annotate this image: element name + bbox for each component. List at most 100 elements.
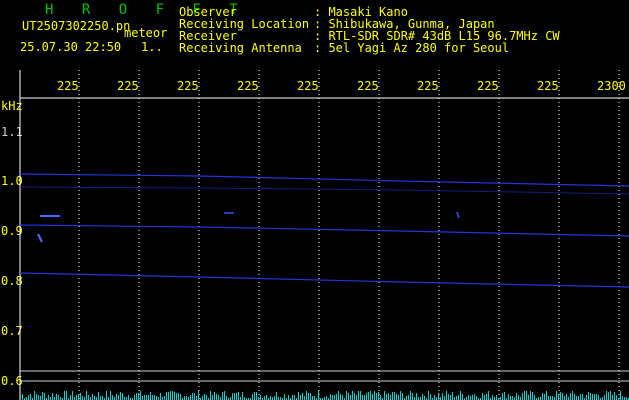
noise-bar xyxy=(138,393,139,400)
noise-bar xyxy=(330,394,331,400)
noise-bar xyxy=(386,394,387,400)
noise-bar xyxy=(396,394,397,400)
meteor-blip-4 xyxy=(456,211,460,219)
noise-bar xyxy=(364,395,365,400)
noise-bar xyxy=(492,395,493,400)
noise-bar xyxy=(360,391,361,400)
noise-bar xyxy=(176,393,177,400)
noise-bar xyxy=(468,395,469,400)
noise-bar xyxy=(186,396,187,400)
noise-bar xyxy=(548,396,549,400)
noise-bar xyxy=(574,394,575,400)
noise-bar xyxy=(212,395,213,400)
noise-bar xyxy=(206,395,207,400)
noise-bar xyxy=(534,395,535,400)
noise-bar xyxy=(274,396,275,400)
noise-bar xyxy=(338,391,339,400)
noise-bar xyxy=(588,392,589,400)
noise-bar xyxy=(422,394,423,400)
noise-bar xyxy=(456,396,457,400)
noise-bar xyxy=(112,395,113,400)
noise-bar xyxy=(460,391,461,400)
noise-bar xyxy=(350,395,351,400)
noise-bar xyxy=(178,393,179,400)
noise-bar xyxy=(308,393,309,400)
noise-bar xyxy=(504,392,505,400)
noise-bar xyxy=(362,395,363,400)
noise-bar xyxy=(544,394,545,400)
noise-bar xyxy=(300,395,301,400)
noise-bar xyxy=(204,394,205,400)
noise-bar xyxy=(288,395,289,400)
noise-bar xyxy=(122,393,123,400)
noise-bar xyxy=(144,395,145,400)
noise-bar xyxy=(578,396,579,400)
noise-bar xyxy=(526,391,527,400)
noise-bar xyxy=(210,391,211,400)
noise-bar xyxy=(416,393,417,400)
noise-bar xyxy=(40,396,41,400)
noise-bar xyxy=(180,394,181,400)
noise-bar xyxy=(64,391,65,400)
noise-bar xyxy=(58,395,59,400)
noise-bar xyxy=(348,393,349,400)
noise-bar xyxy=(390,395,391,400)
noise-bar xyxy=(234,393,235,400)
noise-bar xyxy=(542,393,543,400)
noise-bar xyxy=(334,395,335,400)
noise-bar xyxy=(294,395,295,400)
noise-bar xyxy=(174,392,175,400)
noise-bar xyxy=(372,394,373,400)
noise-bar xyxy=(170,391,171,400)
noise-bar xyxy=(550,396,551,400)
noise-bar xyxy=(184,396,185,400)
noise-bar xyxy=(242,392,243,400)
noise-bar xyxy=(254,392,255,400)
noise-bar xyxy=(42,392,43,400)
noise-bar xyxy=(572,391,573,400)
noise-bar xyxy=(216,394,217,400)
noise-bar xyxy=(576,396,577,400)
noise-bar xyxy=(76,395,77,400)
noise-bar xyxy=(392,392,393,400)
noise-bar xyxy=(444,396,445,400)
noise-bar xyxy=(82,396,83,400)
trace-upper-2 xyxy=(19,186,629,195)
noise-bar xyxy=(88,395,89,400)
noise-bar xyxy=(408,395,409,400)
noise-bar xyxy=(270,396,271,400)
noise-bar xyxy=(400,391,401,400)
noise-bar xyxy=(496,395,497,400)
noise-bar xyxy=(134,395,135,400)
noise-bar xyxy=(580,394,581,400)
noise-bar xyxy=(20,395,21,400)
grid xyxy=(19,70,629,400)
noise-bar xyxy=(532,392,533,400)
noise-bar xyxy=(402,393,403,400)
noise-bar xyxy=(302,393,303,400)
noise-bar xyxy=(284,394,285,400)
noise-bar xyxy=(168,392,169,400)
noise-bar xyxy=(56,394,57,400)
noise-bar xyxy=(48,395,49,400)
noise-bar xyxy=(326,396,327,400)
noise-bar xyxy=(552,396,553,400)
noise-bar xyxy=(128,395,129,400)
noise-bar xyxy=(292,395,293,400)
noise-bar xyxy=(614,392,615,400)
noise-bar xyxy=(508,394,509,400)
noise-floor xyxy=(20,391,629,400)
noise-bar xyxy=(110,391,111,400)
noise-bar xyxy=(142,396,143,400)
noise-bar xyxy=(510,396,511,400)
noise-bar xyxy=(522,393,523,400)
noise-bar xyxy=(340,394,341,400)
noise-bar xyxy=(232,393,233,400)
noise-bar xyxy=(488,391,489,400)
noise-bar xyxy=(462,394,463,400)
noise-bar xyxy=(442,393,443,400)
noise-bar xyxy=(406,396,407,400)
noise-bar xyxy=(438,393,439,400)
noise-bar xyxy=(146,395,147,400)
noise-bar xyxy=(252,394,253,400)
